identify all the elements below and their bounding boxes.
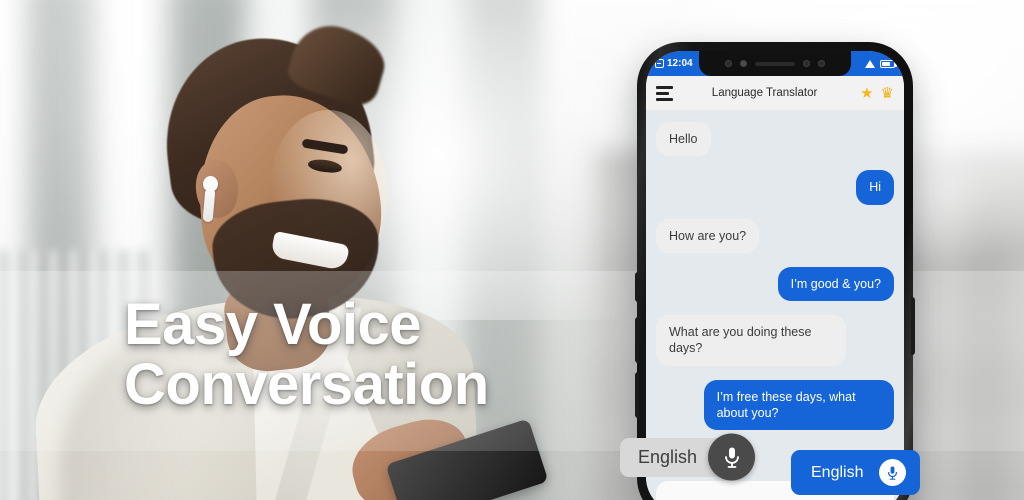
app-bar-actions: ★ ♛ [860, 86, 894, 101]
phone-volume-down-button[interactable] [635, 372, 639, 418]
chat-bubble-incoming[interactable]: Hello [656, 122, 711, 157]
phone-screen: 12:04 Language Translator ★ ♛ Hello Hi H… [646, 51, 904, 500]
microphone-icon[interactable] [708, 433, 756, 481]
source-language-control[interactable]: English [620, 433, 756, 481]
phone-notch [699, 51, 851, 76]
sensor-icon [740, 60, 747, 67]
phone-power-button[interactable] [911, 297, 915, 355]
light-sensor-icon [818, 60, 825, 67]
chat-row: Hi [656, 170, 894, 205]
status-bar-left: 12:04 [655, 58, 693, 69]
crown-icon[interactable]: ♛ [881, 86, 894, 101]
chat-row: Hello [656, 122, 894, 157]
proximity-sensor-icon [803, 60, 810, 67]
phone-side-button-top[interactable] [635, 272, 639, 302]
chat-bubble-outgoing[interactable]: Hi [856, 170, 894, 205]
chat-row: I’m good & you? [656, 266, 894, 301]
chat-row: I’m free these days, what about you? [656, 379, 894, 430]
battery-icon [880, 59, 897, 68]
target-language-control[interactable]: English [791, 450, 921, 495]
headline-line-2: Conversation [124, 352, 489, 418]
chat-bubble-outgoing[interactable]: I’m good & you? [777, 266, 894, 301]
chat-row: How are you? [656, 218, 894, 253]
app-title: Language Translator [711, 87, 818, 99]
status-bar-time: 12:04 [667, 58, 693, 69]
earpiece-speaker [755, 61, 795, 66]
headline-line-1: Easy Voice [124, 292, 422, 357]
page-title: Easy Voice Conversation [124, 292, 594, 418]
phone-mockup: 12:04 Language Translator ★ ♛ Hello Hi H… [635, 42, 915, 500]
hamburger-line [656, 91, 670, 95]
target-language-label[interactable]: English [811, 464, 863, 482]
chat-bubble-outgoing[interactable]: I’m free these days, what about you? [703, 379, 894, 430]
star-icon[interactable]: ★ [860, 86, 873, 101]
app-bar: Language Translator ★ ♛ [646, 76, 904, 110]
calendar-icon [655, 59, 664, 68]
status-bar: 12:04 [646, 51, 904, 76]
camera-icon [725, 60, 732, 67]
phone-volume-up-button[interactable] [635, 317, 639, 363]
status-bar-right [865, 59, 897, 68]
microphone-icon[interactable] [879, 459, 907, 486]
wifi-icon [865, 59, 876, 68]
app-store-banner: Easy Voice Conversation 12:04 Language T… [0, 0, 1024, 500]
chat-row: What are you doing these days? [656, 315, 894, 366]
person-photo [0, 0, 560, 500]
chat-bubble-incoming[interactable]: What are you doing these days? [656, 315, 847, 366]
chat-bubble-incoming[interactable]: How are you? [656, 218, 760, 253]
